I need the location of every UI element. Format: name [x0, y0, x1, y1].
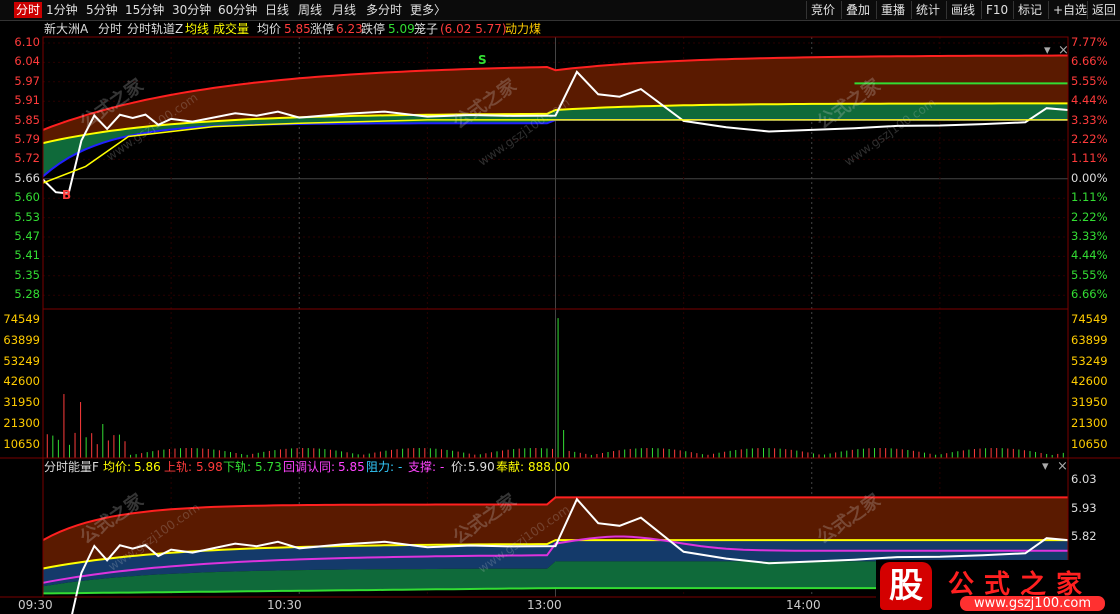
vright-tick: 31950 — [1071, 395, 1108, 410]
energy-dedicate-value: 888.00 — [528, 460, 570, 474]
yleft-tick: 5.41 — [14, 248, 40, 263]
time-label-1400: 14:00 — [786, 598, 821, 612]
vleft-tick: 74549 — [3, 312, 40, 326]
time-label-1300: 13:00 — [527, 598, 562, 612]
sell-marker: S — [478, 53, 487, 67]
yright-tick: 3.33% — [1071, 112, 1108, 127]
chevron-down-icon[interactable]: ▾ — [1042, 459, 1049, 474]
yright-tick: 5.55% — [1071, 267, 1108, 282]
energy-dedicate-label: 奉献: — [496, 460, 525, 474]
vright-tick: 42600 — [1071, 374, 1108, 389]
yleft-tick: 6.04 — [14, 54, 40, 69]
vleft-tick: 63899 — [3, 332, 40, 347]
logo-badge: 股 — [880, 562, 932, 610]
yright-tick: 3.33% — [1071, 229, 1108, 243]
vright-tick: 63899 — [1071, 332, 1108, 347]
yleft-tick: 5.72 — [14, 151, 40, 166]
yright-tick: 1.11% — [1071, 151, 1108, 166]
vleft-tick: 42600 — [3, 374, 40, 389]
vleft-tick: 10650 — [3, 436, 40, 451]
chart-canvas — [0, 36, 1120, 614]
yright-tick: 1.11% — [1071, 190, 1108, 205]
energy-price-label: 价: — [451, 460, 468, 474]
vleft-tick: 21300 — [3, 416, 40, 430]
yright-tick: 5.55% — [1071, 73, 1108, 88]
energy-indicator-name[interactable]: 分时能量F — [44, 459, 99, 475]
energy-support-label: 支撑: — [408, 460, 437, 474]
vright-tick: 53249 — [1071, 353, 1108, 368]
yright-tick: 4.44% — [1071, 93, 1108, 108]
sright-tick: 5.93 — [1071, 500, 1097, 515]
yleft-tick: 5.60 — [14, 190, 40, 205]
yright-tick: 6.66% — [1071, 54, 1108, 69]
yright-tick: 6.66% — [1071, 287, 1108, 302]
yleft-tick: 5.28 — [14, 287, 40, 302]
vleft-tick: 53249 — [3, 353, 40, 368]
energy-pullback-label: 回调认同: — [283, 460, 336, 474]
yleft-tick: 5.53 — [14, 209, 40, 224]
energy-avg-label: 均价: — [103, 460, 132, 474]
energy-support-value: - — [440, 460, 445, 474]
energy-upper-label: 上轨: — [164, 460, 193, 474]
yleft-tick: 5.79 — [14, 132, 40, 146]
energy-pullback-value: 5.85 — [338, 460, 365, 474]
vleft-tick: 31950 — [3, 395, 40, 410]
energy-avg-value: 5.86 — [134, 460, 161, 474]
logo-url: www.gszj100.com — [960, 596, 1106, 611]
yright-tick: 4.44% — [1071, 248, 1108, 263]
yleft-tick: 5.47 — [14, 229, 40, 243]
yleft-tick: 5.66 — [14, 170, 40, 185]
energy-upper-value: 5.98 — [196, 460, 223, 474]
vright-tick: 21300 — [1071, 416, 1108, 430]
energy-lower-label: 下轨: — [223, 460, 252, 474]
energy-lower-value: 5.73 — [255, 460, 282, 474]
buy-marker: B — [62, 188, 72, 202]
yright-tick: 2.22% — [1071, 209, 1108, 224]
energy-info-bar: 分时能量F 均价: 5.86 上轨: 5.98 下轨: 5.73 回调认同: 5… — [0, 459, 1120, 475]
yleft-tick: 5.35 — [14, 267, 40, 282]
site-logo: 股 公式之家 www.gszj100.com — [876, 560, 1120, 614]
yleft-tick: 5.85 — [14, 112, 40, 127]
yright-tick: 7.77% — [1071, 35, 1108, 49]
vright-tick: 10650 — [1071, 436, 1108, 451]
energy-resist-value: - — [398, 460, 403, 474]
yleft-tick: 5.97 — [14, 73, 40, 88]
yright-tick: 0.00% — [1071, 170, 1108, 185]
energy-price-value: 5.90 — [468, 460, 495, 474]
close-icon[interactable]: × — [1057, 459, 1068, 474]
yright-tick: 2.22% — [1071, 132, 1108, 146]
time-label-1030: 10:30 — [267, 598, 302, 612]
vright-tick: 74549 — [1071, 312, 1108, 326]
sright-tick: 5.82 — [1071, 529, 1097, 543]
energy-resist-label: 阻力: — [366, 460, 395, 474]
yleft-tick: 6.10 — [14, 35, 40, 49]
yleft-tick: 5.91 — [14, 93, 40, 108]
time-label-0930: 09:30 — [18, 598, 53, 612]
